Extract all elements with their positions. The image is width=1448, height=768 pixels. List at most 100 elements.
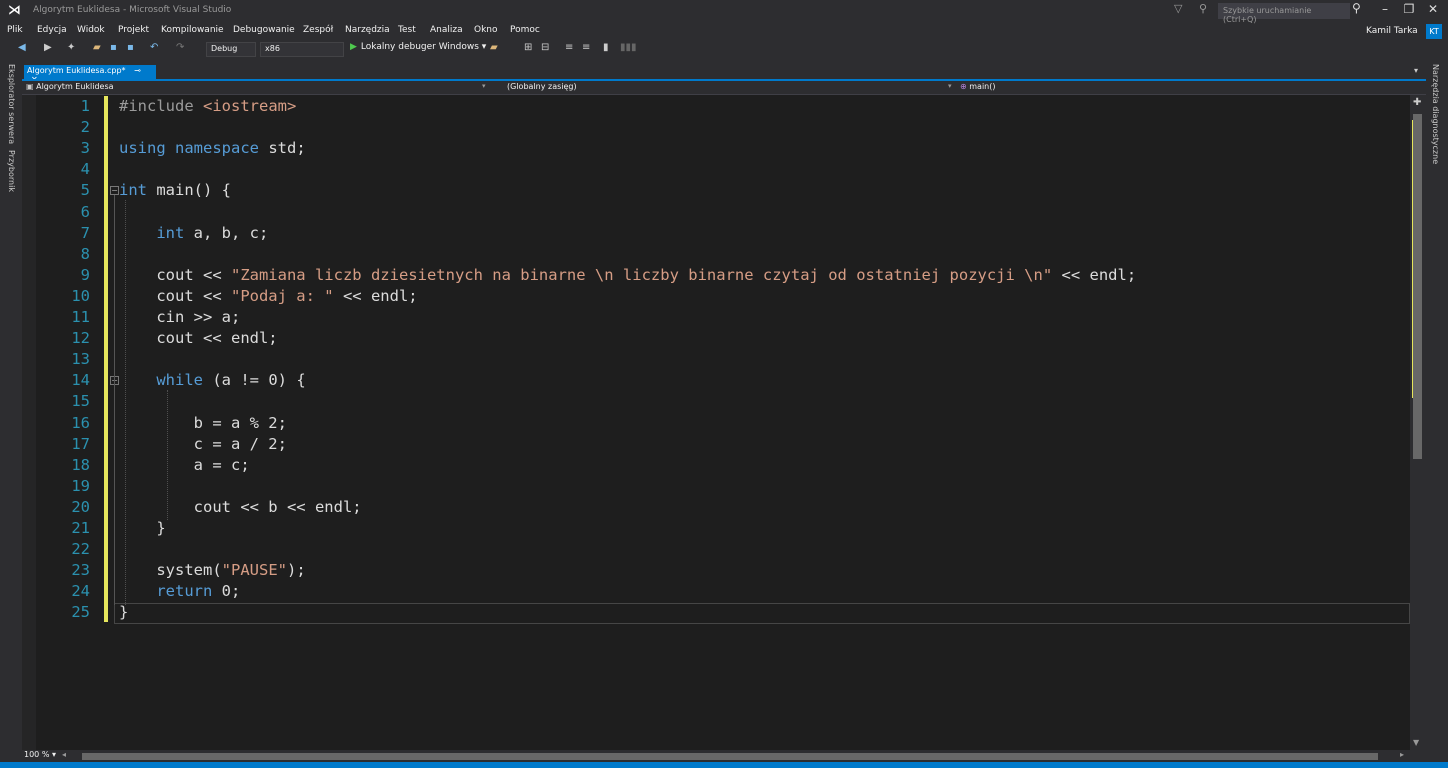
comment-icon[interactable]: ≡ (565, 42, 573, 53)
menu-analiza[interactable]: Analiza (430, 25, 463, 35)
menu-plik[interactable]: Plik (7, 25, 23, 35)
line-number: 6 (80, 202, 90, 221)
new-project-icon[interactable]: ✦ (67, 42, 75, 53)
code-line[interactable]: } (119, 602, 128, 623)
bookmark-icon[interactable]: ▮ (603, 42, 609, 53)
configuration-select[interactable]: Debug (206, 42, 256, 57)
platform-value: x86 (265, 44, 280, 53)
method-icon: ⊕ (960, 82, 967, 91)
scroll-left-icon[interactable]: ◂ (62, 750, 66, 759)
server-explorer-tab[interactable]: Eksplorator serwera (7, 64, 16, 144)
uncomment-icon[interactable]: ≡ (582, 42, 590, 53)
user-name[interactable]: Kamil Tarka (1366, 26, 1418, 36)
menu-narzedzia[interactable]: Narzędzia (345, 25, 390, 35)
project-icon: ▣ (26, 82, 34, 91)
editor-margin (22, 95, 36, 750)
line-number: 12 (71, 329, 90, 348)
code-line[interactable]: b = a % 2; (119, 413, 287, 434)
horizontal-scroll-thumb[interactable] (82, 753, 1378, 760)
solution-icon[interactable]: ⊞ (524, 42, 532, 53)
line-number: 5 (80, 181, 90, 200)
line-number: 18 (71, 455, 90, 474)
line-number: 7 (80, 223, 90, 242)
avatar[interactable]: KT (1426, 24, 1442, 39)
menu-zespol[interactable]: Zespół (303, 25, 333, 35)
line-number: 15 (71, 392, 90, 411)
line-number: 9 (80, 265, 90, 284)
attach-icon[interactable]: ▰ (490, 42, 498, 53)
tab-algorytm-euklidesa[interactable]: Algorytm Euklidesa.cpp* ⊸ ✕ (24, 65, 156, 84)
redo-icon[interactable]: ↷ (176, 42, 184, 53)
menu-debugowanie[interactable]: Debugowanie (233, 25, 295, 35)
save-icon[interactable]: ▪ (110, 42, 117, 53)
line-number: 11 (71, 308, 90, 326)
maximize-button[interactable]: ❐ (1398, 2, 1420, 20)
line-number: 1 (80, 97, 90, 115)
member-dropdown-value: main() (969, 82, 996, 91)
menu-pomoc[interactable]: Pomoc (510, 25, 540, 35)
quick-launch-input[interactable]: Szybkie uruchamianie (Ctrl+Q) (1218, 3, 1350, 24)
scroll-down-icon[interactable]: ▼ (1413, 738, 1419, 747)
member-dropdown[interactable]: ⊕ main() (960, 82, 1420, 94)
line-number: 10 (71, 286, 90, 305)
start-debugging-button[interactable]: ▶ Lokalny debuger Windows ▾ (350, 42, 486, 52)
search-icon[interactable]: ⚲ (1352, 1, 1361, 15)
code-line[interactable]: #include <iostream> (119, 96, 296, 117)
minimize-button[interactable]: – (1374, 2, 1396, 20)
forward-icon[interactable]: ▶ (44, 42, 52, 53)
line-number: 17 (71, 434, 90, 453)
diagnostic-tools-tab[interactable]: Narzędzia diagnostyczne (1431, 64, 1440, 164)
menu-test[interactable]: Test (398, 25, 416, 35)
menu-okno[interactable]: Okno (474, 25, 498, 35)
back-icon[interactable]: ◀ (18, 42, 26, 53)
vertical-scroll-thumb[interactable] (1413, 114, 1422, 459)
code-line[interactable]: c = a / 2; (119, 434, 287, 455)
line-number: 14 (71, 371, 90, 390)
code-line[interactable]: cout << endl; (119, 328, 277, 349)
scope-dropdown-arrow-icon[interactable]: ▾ (948, 82, 952, 90)
indent-guide (125, 200, 126, 605)
pin-icon[interactable]: ⊸ (134, 66, 141, 75)
code-line[interactable]: while (a != 0) { (119, 370, 305, 391)
status-bar (0, 762, 1448, 768)
fold-main-icon[interactable]: − (110, 186, 119, 195)
line-number: 23 (71, 561, 90, 580)
code-line[interactable]: a = c; (119, 455, 250, 476)
account-icon[interactable]: ⚲ (1199, 2, 1207, 15)
code-line[interactable]: cout << b << endl; (119, 497, 362, 518)
bookmark-prev-icon[interactable]: ▮▮▮ (620, 42, 637, 53)
open-file-icon[interactable]: ▰ (93, 42, 101, 53)
split-editor-icon[interactable]: ✚ (1413, 97, 1421, 108)
menu-widok[interactable]: Widok (77, 25, 105, 35)
step-icon[interactable]: ⊟ (541, 42, 549, 53)
code-line[interactable]: int a, b, c; (119, 223, 268, 244)
current-line-highlight (114, 603, 1410, 624)
menu-edycja[interactable]: Edycja (37, 25, 67, 35)
code-line[interactable]: cout << "Podaj a: " << endl; (119, 286, 417, 307)
close-button[interactable]: ✕ (1422, 2, 1444, 20)
tab-label: Algorytm Euklidesa.cpp* (27, 66, 126, 75)
project-dropdown-value: Algorytm Euklidesa (36, 82, 114, 91)
code-line[interactable]: } (119, 518, 165, 539)
menu-kompilowanie[interactable]: Kompilowanie (161, 25, 224, 35)
project-dropdown-arrow-icon[interactable]: ▾ (482, 82, 486, 90)
feedback-icon[interactable]: ▽ (1174, 2, 1182, 15)
tab-dropdown-icon[interactable]: ▾ (1414, 66, 1418, 75)
project-dropdown[interactable]: ▣ Algorytm Euklidesa (26, 82, 490, 94)
code-line[interactable]: return 0; (119, 581, 240, 602)
code-line[interactable]: using namespace std; (119, 138, 306, 159)
code-line[interactable]: int main() { (119, 180, 231, 201)
save-all-icon[interactable]: ▪ (127, 42, 134, 53)
code-line[interactable]: cout << "Zamiana liczb dziesietnych na b… (119, 265, 1136, 286)
zoom-select[interactable]: 100 % ▾ (24, 750, 56, 762)
scroll-right-icon[interactable]: ▸ (1400, 750, 1404, 759)
toolbox-tab[interactable]: Przybornik (7, 150, 16, 192)
undo-icon[interactable]: ↶ (150, 42, 158, 53)
menu-projekt[interactable]: Projekt (118, 25, 149, 35)
code-line[interactable]: cin >> a; (119, 307, 240, 328)
code-line[interactable]: system("PAUSE"); (119, 560, 305, 581)
play-icon: ▶ (350, 42, 357, 52)
scope-dropdown[interactable]: (Globalny zasięg) (507, 82, 947, 94)
line-number: 20 (71, 497, 90, 516)
platform-select[interactable]: x86 (260, 42, 344, 57)
